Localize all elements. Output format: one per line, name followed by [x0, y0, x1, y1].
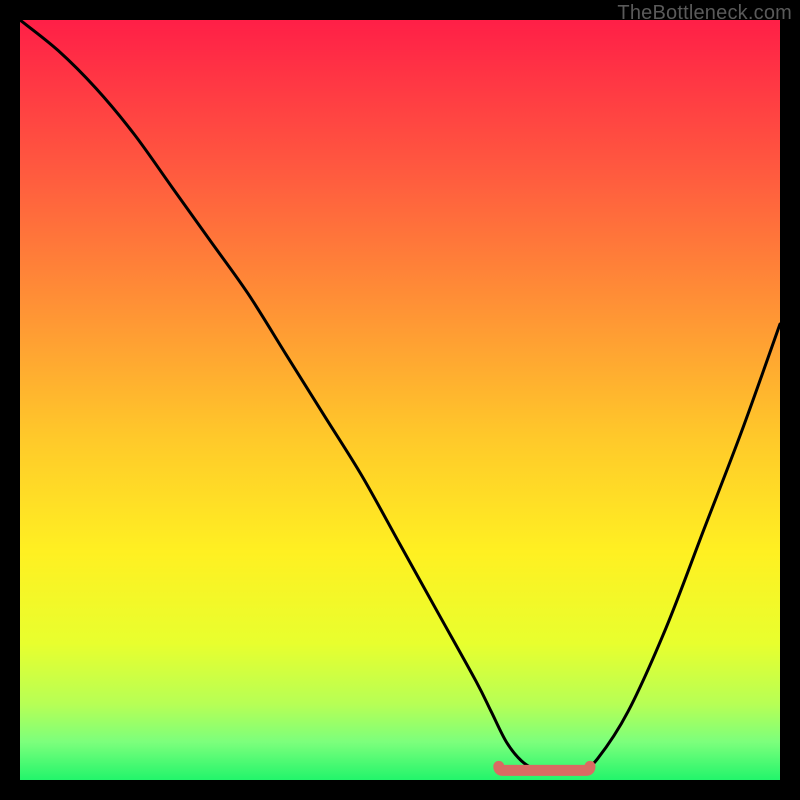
curve-layer — [20, 20, 780, 780]
bottleneck-curve — [20, 20, 780, 773]
plot-area — [20, 20, 780, 780]
chart-frame: TheBottleneck.com — [0, 0, 800, 800]
optimum-marker — [499, 766, 590, 770]
watermark-text: TheBottleneck.com — [617, 2, 792, 25]
